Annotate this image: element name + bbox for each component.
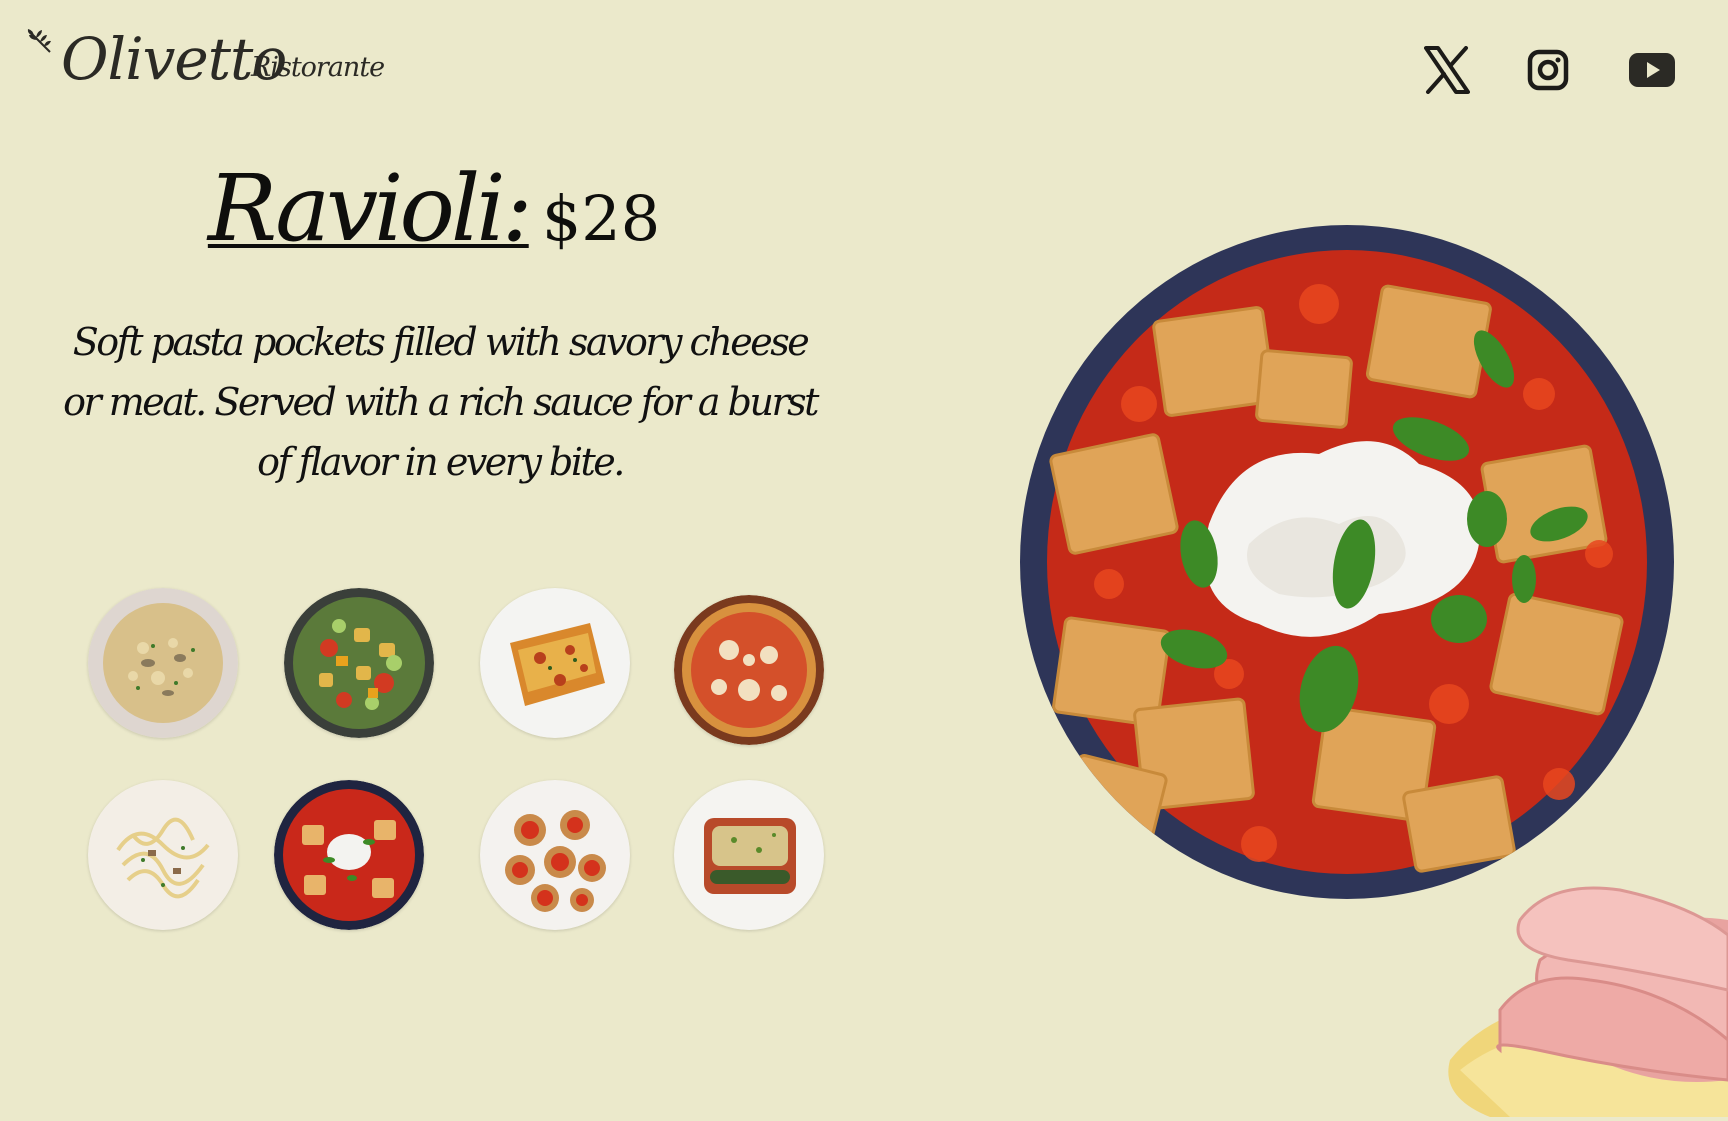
thumbnail-ravioli[interactable] <box>274 780 424 930</box>
thumbnail-bruschetta[interactable] <box>480 780 630 930</box>
dish-description: Soft pasta pockets filled with savory ch… <box>63 320 819 484</box>
instagram-icon[interactable] <box>1522 44 1574 96</box>
olive-branch-icon <box>27 29 51 53</box>
thumbnail-spaghetti-carbonara[interactable] <box>88 780 238 930</box>
featured-dish-image <box>1019 224 1675 900</box>
dish-price: $28 <box>541 182 661 255</box>
dish-heading: Ravioli: $28 <box>0 155 868 262</box>
thumbnail-cannelloni[interactable] <box>674 780 824 930</box>
thumbnail-panzanella-salad[interactable] <box>284 588 434 738</box>
thumbnail-risotto[interactable] <box>88 588 238 738</box>
brand-subtitle: Ristorante <box>251 52 385 83</box>
thumbnail-pizza[interactable] <box>674 595 824 745</box>
x-logo-icon[interactable] <box>1421 44 1473 96</box>
dish-title: Ravioli: <box>207 155 533 262</box>
thumbnail-lasagna[interactable] <box>480 588 630 738</box>
youtube-icon[interactable] <box>1626 44 1678 96</box>
ham-cheese-decoration <box>1430 880 1728 1117</box>
